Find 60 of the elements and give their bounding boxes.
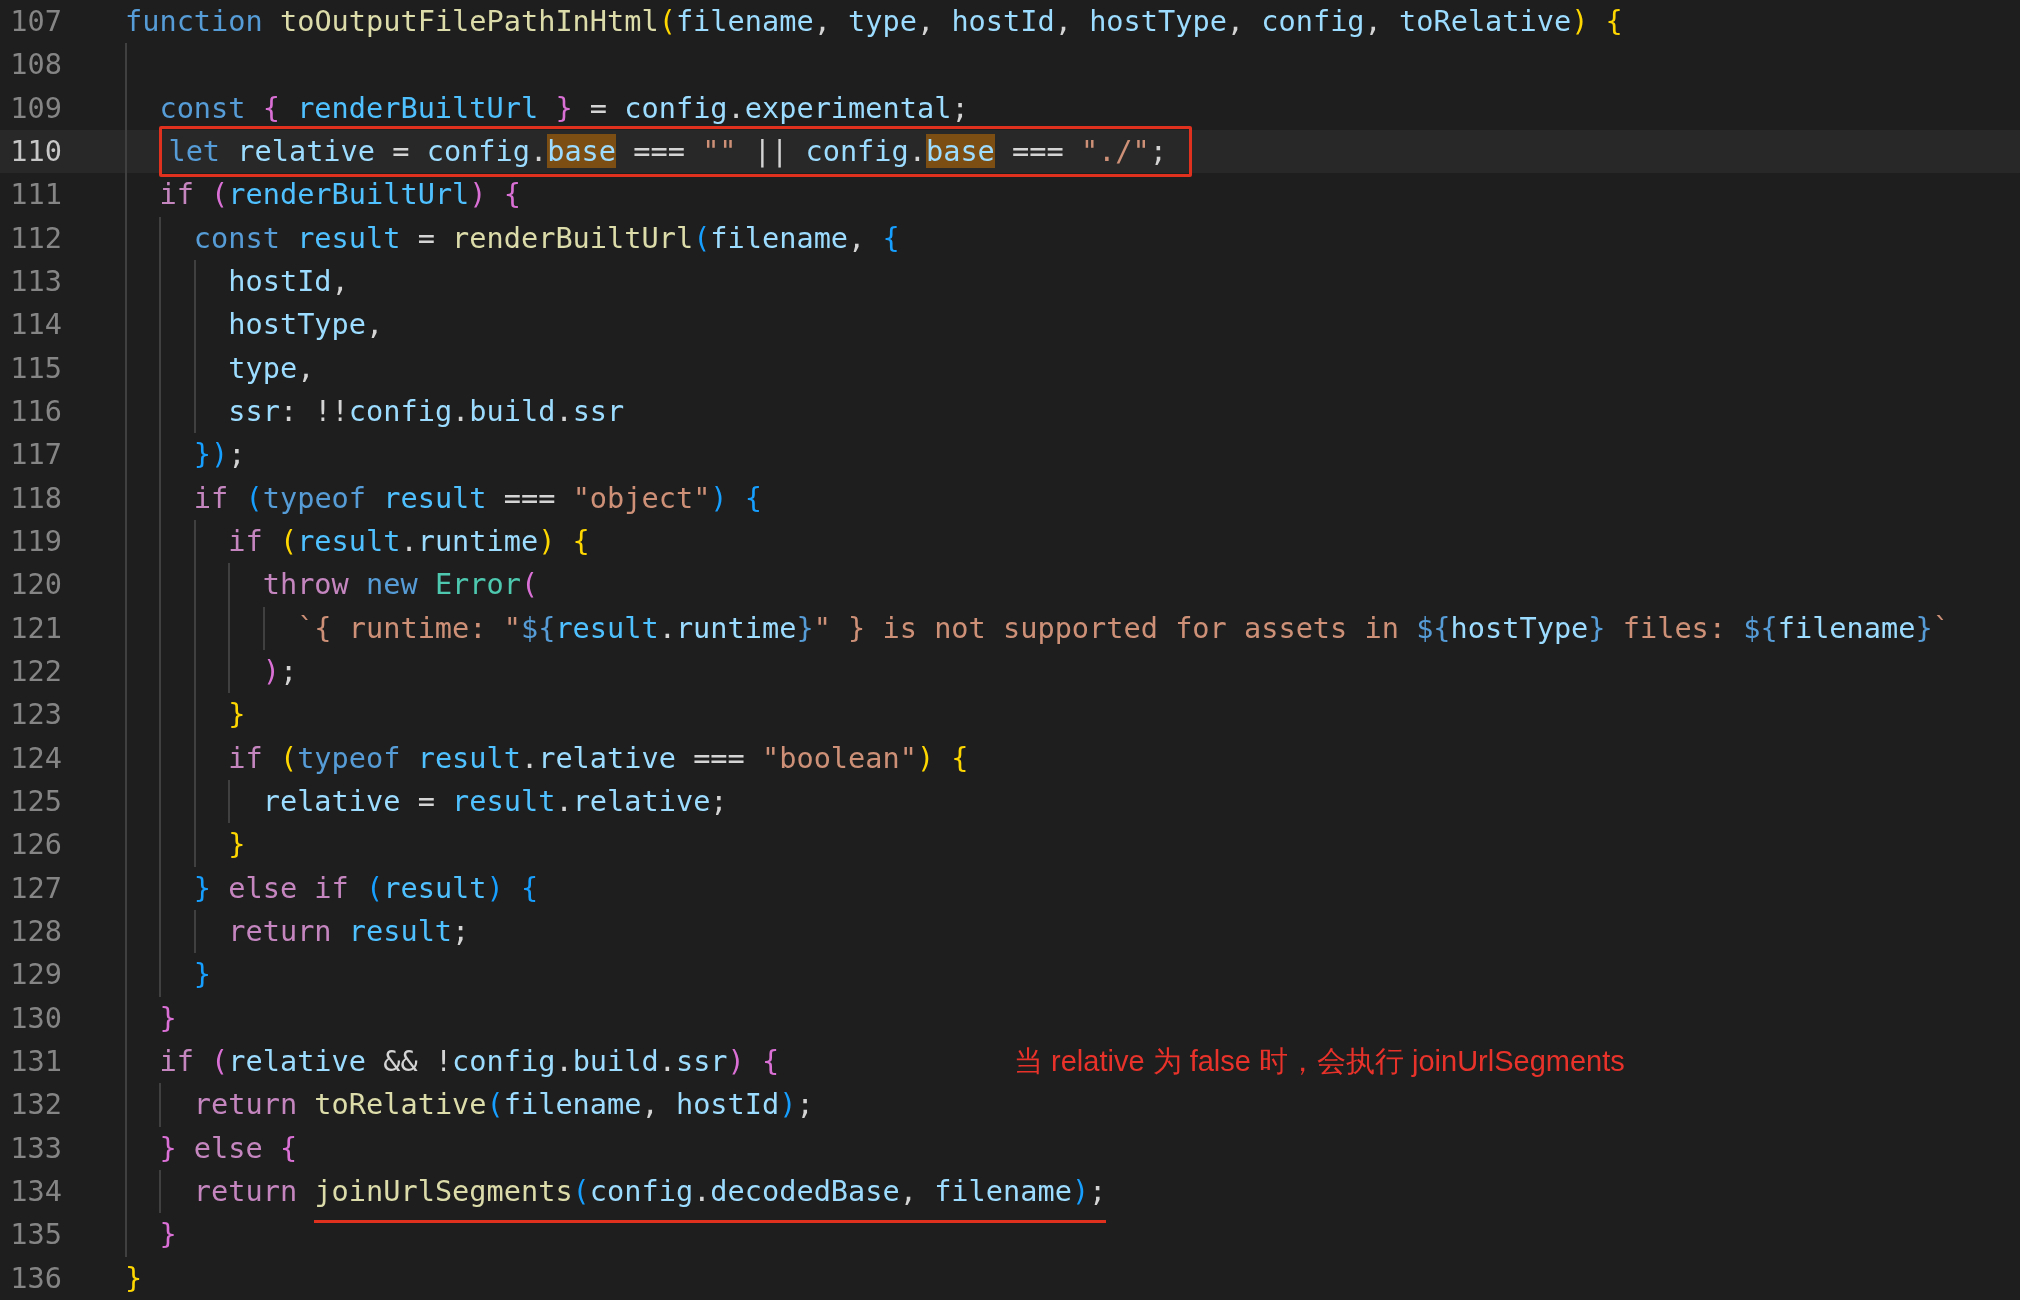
code-line: return joinUrlSegments(config.decodedBase, filename); bbox=[193, 1172, 1107, 1227]
code-line: throw new Error( bbox=[262, 566, 539, 604]
code-line: ssr: !!config.build.ssr bbox=[228, 393, 625, 431]
line-number: 127 bbox=[9, 869, 62, 907]
line-number: 119 bbox=[9, 522, 62, 560]
code-line: } bbox=[125, 1259, 143, 1297]
code-line: } bbox=[228, 826, 246, 864]
code-line: if (result.runtime) { bbox=[228, 523, 590, 560]
code-line: relative = result.relative; bbox=[262, 783, 728, 820]
code-line: if (typeof result.relative === "boolean") { bbox=[228, 739, 969, 777]
line-number: 132 bbox=[9, 1086, 62, 1124]
line-number: 109 bbox=[9, 89, 62, 127]
code-line: let relative = config.base === "" || config.base === "./"; bbox=[168, 133, 1167, 171]
line-number: 113 bbox=[9, 262, 62, 300]
code-line: } bbox=[159, 999, 177, 1037]
code-line: const { renderBuiltUrl } = config.experimental; bbox=[159, 89, 969, 127]
line-number: 117 bbox=[9, 436, 62, 474]
line-number: 116 bbox=[9, 392, 62, 430]
code-line: function toOutputFilePathInHtml(filename, type, hostId, hostType, config, toRelative) { bbox=[125, 3, 1623, 41]
code-line: ); bbox=[262, 653, 298, 690]
code-line: } bbox=[193, 956, 212, 994]
code-line: `{ runtime: "${result.runtime}" } is not supported for assets in ${hostType} files: ${filename}` bbox=[297, 609, 1950, 647]
code-line: const result = renderBuiltUrl(filename, { bbox=[193, 219, 900, 257]
code-line: return result; bbox=[228, 912, 470, 950]
line-number: 121 bbox=[9, 609, 62, 647]
code-line: } bbox=[228, 696, 246, 734]
line-number: 134 bbox=[9, 1172, 62, 1210]
line-number: 129 bbox=[9, 956, 62, 994]
code-line: if (typeof result === "object") { bbox=[193, 479, 762, 517]
line-number: 131 bbox=[9, 1042, 62, 1080]
code-line: } bbox=[159, 1216, 177, 1254]
line-number: 128 bbox=[9, 912, 62, 950]
line-number: 133 bbox=[9, 1129, 62, 1167]
line-number: 130 bbox=[9, 999, 62, 1037]
line-number: 124 bbox=[9, 739, 62, 777]
code-line: hostId, bbox=[228, 263, 349, 301]
line-number: 107 bbox=[9, 3, 62, 40]
line-number: 115 bbox=[9, 349, 62, 387]
code-line: hostType, bbox=[228, 306, 384, 344]
code-line: type, bbox=[228, 349, 315, 387]
line-number: 108 bbox=[9, 46, 62, 84]
line-number: 110 bbox=[9, 133, 62, 170]
line-number: 122 bbox=[9, 652, 62, 690]
line-number: 114 bbox=[9, 306, 62, 344]
code-line: return toRelative(filename, hostId); bbox=[193, 1086, 814, 1124]
line-number: 112 bbox=[9, 219, 62, 257]
line-number: 135 bbox=[9, 1216, 62, 1254]
line-number: 123 bbox=[9, 696, 62, 734]
line-number: 136 bbox=[9, 1259, 62, 1297]
line-number: 120 bbox=[9, 566, 62, 604]
code-line: } else if (result) { bbox=[193, 869, 539, 907]
annotation-text: 当 relative 为 false 时，会执行 joinUrlSegments bbox=[1014, 1043, 1625, 1079]
code-line: if (renderBuiltUrl) { bbox=[159, 176, 521, 214]
line-number: 111 bbox=[9, 176, 62, 214]
code-line: }); bbox=[193, 436, 246, 474]
line-number: 118 bbox=[9, 479, 62, 517]
code-line: } else { bbox=[159, 1129, 298, 1167]
code-line: if (relative && !config.build.ssr) { bbox=[159, 1042, 780, 1080]
line-number: 125 bbox=[9, 782, 62, 820]
line-number: 126 bbox=[9, 826, 62, 864]
